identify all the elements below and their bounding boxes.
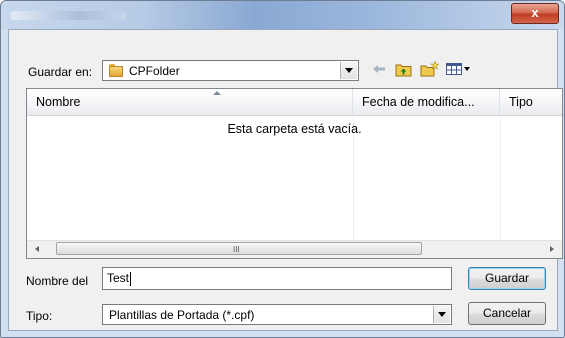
scroll-right-icon[interactable]: [550, 246, 554, 252]
filename-input[interactable]: Test: [102, 267, 452, 290]
filename-label: Nombre del: [26, 274, 89, 288]
scroll-left-icon[interactable]: [35, 246, 39, 252]
column-header-name[interactable]: Nombre: [27, 89, 353, 115]
dialog-body: Guardar en: CPFolder Nombre Fecha de mod…: [8, 29, 563, 331]
filetype-dropdown[interactable]: Plantillas de Portada (*.cpf): [102, 304, 452, 325]
filename-value: Test: [107, 271, 130, 285]
scrollbar-thumb[interactable]: III: [56, 242, 422, 255]
chevron-down-icon[interactable]: [433, 306, 450, 323]
up-one-level-icon[interactable]: [393, 60, 413, 78]
filetype-value: Plantillas de Portada (*.cpf): [109, 308, 255, 322]
save-dialog-window: x Guardar en: CPFolder Nombre Fecha de m…: [0, 0, 565, 338]
cancel-button[interactable]: Cancelar: [468, 302, 546, 325]
filetype-label: Tipo:: [26, 309, 53, 323]
empty-folder-message: Esta carpeta está vacía.: [227, 122, 362, 136]
column-header-type[interactable]: Tipo: [500, 89, 562, 115]
folder-icon: [109, 64, 123, 77]
horizontal-scrollbar[interactable]: III: [27, 240, 562, 258]
save-button[interactable]: Guardar: [468, 267, 546, 290]
window-title: [11, 11, 126, 20]
scrollbar-grip: III: [233, 245, 240, 254]
sort-ascending-icon: [213, 91, 221, 95]
file-list[interactable]: Nombre Fecha de modifica... Tipo Esta ca…: [26, 88, 563, 259]
back-arrow-icon[interactable]: [370, 60, 388, 78]
text-caret: [130, 271, 132, 286]
save-in-dropdown[interactable]: CPFolder: [102, 60, 359, 81]
save-in-label: Guardar en:: [28, 65, 93, 79]
list-header: Nombre Fecha de modifica... Tipo: [27, 89, 562, 116]
column-header-date[interactable]: Fecha de modifica...: [353, 89, 500, 115]
chevron-down-icon[interactable]: [340, 62, 357, 79]
new-folder-icon[interactable]: [419, 60, 439, 78]
view-menu-icon[interactable]: [445, 60, 473, 78]
close-button[interactable]: x: [511, 3, 559, 24]
title-bar[interactable]: x: [1, 1, 564, 29]
save-in-value: CPFolder: [129, 64, 180, 78]
